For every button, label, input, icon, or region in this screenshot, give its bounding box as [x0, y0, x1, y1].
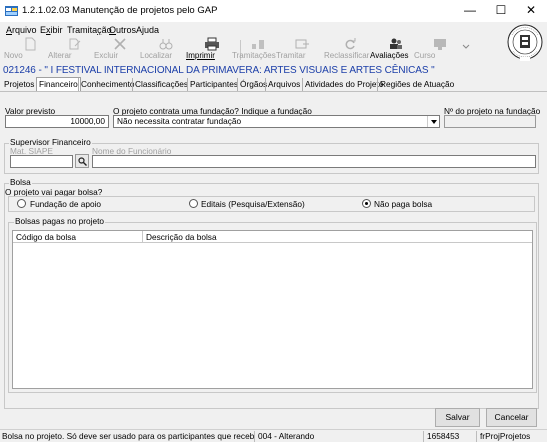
tab-divider: [0, 91, 547, 92]
avaliacoes-label: Avaliações: [370, 51, 409, 60]
maximize-button[interactable]: ☐: [486, 0, 516, 22]
send-icon: [295, 39, 309, 49]
radio-editais-label[interactable]: Editais (Pesquisa/Extensão): [201, 199, 305, 209]
imprimir-label: Imprimir: [186, 51, 215, 60]
menu-tramitacao[interactable]: Tramitação: [67, 25, 112, 35]
bolsas-grid[interactable]: Código da bolsa Descrição da bolsa: [12, 230, 533, 389]
app-icon: [5, 6, 18, 16]
printer-icon: [205, 37, 219, 51]
edit-doc-icon: [69, 38, 81, 50]
fundacao-select[interactable]: Não necessita contratar fundação: [113, 115, 440, 128]
tramitacoes-label: Tramitações: [232, 51, 276, 60]
status-mode: 004 - Alterando: [256, 431, 424, 442]
imprimir-button[interactable]: Imprimir: [186, 36, 238, 63]
reclassificar-label: Reclassificar: [324, 51, 370, 60]
tramitar-button[interactable]: Tramitar: [276, 36, 328, 63]
university-seal-logo: [507, 24, 543, 61]
excluir-button[interactable]: Excluir: [94, 36, 146, 63]
tab-financeiro[interactable]: Financeiro: [36, 77, 81, 91]
title-bar[interactable]: 1.2.1.02.03 Manutenção de projetos pelo …: [0, 0, 547, 22]
workflow-icon: [252, 40, 264, 49]
monitor-icon: [434, 39, 446, 50]
reclassificar-button[interactable]: Reclassificar: [324, 36, 376, 63]
binoculars-icon: [159, 39, 173, 50]
fundacao-dropdown-button[interactable]: [427, 116, 439, 127]
radio-fundacao-de-apoio[interactable]: [17, 199, 26, 208]
excluir-label: Excluir: [94, 51, 119, 60]
menu-ajuda[interactable]: Ajuda: [136, 25, 159, 35]
status-user-id: 1658453: [425, 431, 477, 442]
grid-header-codigo[interactable]: Código da bolsa: [13, 231, 143, 243]
radio-editais[interactable]: [189, 199, 198, 208]
radio-nao-paga-bolsa[interactable]: [362, 199, 371, 208]
radio-nao-paga-bolsa-label[interactable]: Não paga bolsa: [374, 199, 432, 209]
delete-x-icon: [114, 38, 126, 50]
menu-arquivo[interactable]: Arquivo: [6, 25, 37, 35]
radio-fundacao-de-apoio-label[interactable]: Fundação de apoio: [30, 199, 101, 209]
menu-bar: Arquivo Exibir Tramitação Outros Ajuda: [0, 22, 500, 36]
bolsa-title: Bolsa: [9, 177, 32, 187]
tab-projetos[interactable]: Projetos: [2, 78, 36, 91]
bolsas-pagas-title: Bolsas pagas no projeto: [14, 216, 106, 226]
refresh-icon: [345, 38, 356, 50]
close-button[interactable]: ✕: [516, 0, 546, 22]
menu-exibir[interactable]: Exibir: [40, 25, 63, 35]
tab-strip: Projetos Financeiro Conhecimento Classif…: [2, 77, 547, 91]
toolbar: Novo Alterar Excluir Localizar Imprimir …: [0, 36, 500, 63]
tab-participantes[interactable]: Participantes: [187, 78, 240, 91]
status-bar: Bolsa no projeto. Só deve ser usado para…: [0, 429, 547, 442]
tab-atividades-do-projeto[interactable]: Atividades do Projeto: [302, 78, 385, 91]
chevron-down-icon: [431, 120, 437, 124]
salvar-button[interactable]: Salvar: [435, 408, 480, 427]
novo-label: Novo: [4, 51, 23, 60]
tab-arquivos[interactable]: Arquivos: [265, 78, 302, 91]
minimize-button[interactable]: —: [455, 0, 485, 22]
project-title: 021246 - " I FESTIVAL INTERNACIONAL DA P…: [3, 65, 435, 76]
cancelar-button[interactable]: Cancelar: [486, 408, 537, 427]
alterar-label: Alterar: [48, 51, 72, 60]
fundacao-selected-value: Não necessita contratar fundação: [117, 116, 242, 126]
curso-button[interactable]: Curso: [414, 36, 466, 63]
localizar-label: Localizar: [140, 51, 173, 60]
status-hint: Bolsa no projeto. Só deve ser usado para…: [2, 431, 255, 442]
tramitar-label: Tramitar: [276, 51, 306, 60]
search-funcionario-button[interactable]: [75, 154, 89, 168]
window-title: 1.2.1.02.03 Manutenção de projetos pelo …: [22, 5, 218, 16]
menu-outros[interactable]: Outros: [109, 25, 136, 35]
valor-previsto-input[interactable]: 10000,00: [5, 115, 109, 128]
mat-siape-input[interactable]: [10, 155, 73, 168]
magnifier-icon: [78, 157, 87, 166]
curso-label: Curso: [414, 51, 436, 60]
status-form-name: frProjProjetos: [480, 431, 531, 441]
alterar-button[interactable]: Alterar: [48, 36, 100, 63]
nome-funcionario-input[interactable]: [92, 155, 536, 168]
localizar-button[interactable]: Localizar: [140, 36, 192, 63]
new-doc-icon: [25, 37, 36, 51]
tab-classificacoes[interactable]: Classificações: [132, 78, 190, 91]
n-projeto-fundacao-input[interactable]: [444, 115, 536, 128]
toolbar-overflow-chevron-icon[interactable]: [462, 44, 470, 50]
tab-regioes-de-atuacao[interactable]: Regiões de Atuação: [377, 78, 456, 91]
people-icon: [390, 38, 402, 49]
grid-header-descricao[interactable]: Descrição da bolsa: [143, 231, 532, 243]
tab-conhecimento[interactable]: Conhecimento: [78, 78, 137, 91]
